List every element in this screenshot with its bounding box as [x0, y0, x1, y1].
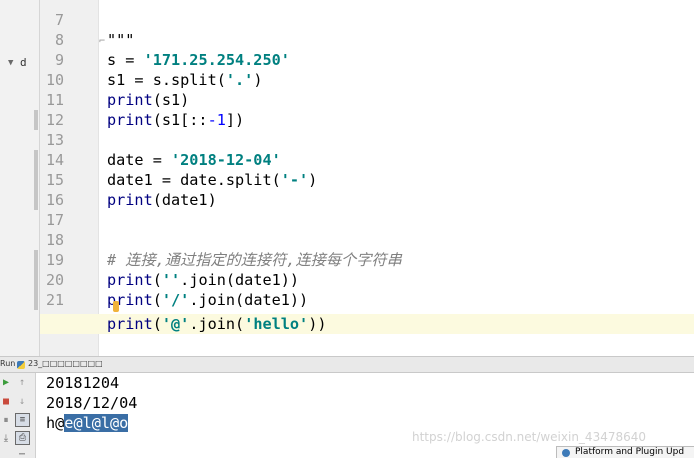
notification-text[interactable]: Platform and Plugin Upd [575, 447, 684, 457]
code-line-15[interactable]: date1 = date.split('-') [107, 170, 317, 190]
line-number: 19 [45, 251, 64, 269]
code-line-20[interactable]: print(''.join(date1)) [107, 270, 299, 290]
soft-wrap-icon[interactable]: ≡ [15, 413, 30, 427]
code-line-11[interactable]: print(s1) [107, 90, 189, 110]
code-line-16[interactable]: print(date1) [107, 190, 217, 210]
text-selection[interactable]: e@l@l@o [64, 414, 129, 432]
line-number: 12 [45, 111, 64, 129]
run-tool-window-header: Run 23_□□□□□□□□ [0, 356, 694, 373]
run-label: Run [0, 359, 16, 368]
update-notification[interactable]: Platform and Plugin Upd [556, 446, 694, 458]
line-number: 7 [54, 11, 64, 29]
run-toolbar: ▶ ↑ ■ ↓ ⏸ ≡ ⤓ ⎙ ⋯ [0, 373, 36, 458]
code-line-21[interactable]: print('/'.join(date1)) [107, 290, 308, 310]
tree-expand-icon[interactable]: ▼ [8, 58, 13, 68]
code-line-19-comment[interactable]: # 连接,通过指定的连接符,连接每个字符串 [107, 250, 402, 270]
rerun-icon[interactable]: ▶ [0, 377, 12, 389]
code-line-8[interactable]: """ [107, 30, 134, 50]
line-number: 15 [45, 171, 64, 189]
scroll-down-icon[interactable]: ↓ [16, 396, 28, 408]
watermark: https://blog.csdn.net/weixin_43478640 [412, 430, 647, 444]
scroll-up-icon[interactable]: ↑ [16, 377, 28, 389]
line-number: 10 [45, 71, 64, 89]
line-number: 11 [45, 91, 64, 109]
intention-bulb-icon[interactable] [113, 301, 119, 312]
line-number: 9 [54, 51, 64, 69]
code-line-12[interactable]: print(s1[::-1]) [107, 110, 244, 130]
line-number: 13 [45, 131, 64, 149]
line-number-gutter: 7 8 9 10 11 12 13 14 15 16 17 18 19 20 2… [40, 0, 98, 356]
code-line-22[interactable]: print('@'.join('hello')) [107, 314, 327, 334]
run-tab[interactable]: 23_□□□□□□□□ [28, 359, 103, 368]
line-number: 17 [45, 211, 64, 229]
python-file-icon [17, 361, 25, 369]
console-line: 2018/12/04 [46, 394, 138, 412]
code-line-14[interactable]: date = '2018-12-04' [107, 150, 281, 170]
scroll-to-end-icon[interactable]: ⤓ [0, 433, 12, 445]
code-line-9[interactable]: s = '171.25.254.250' [107, 50, 290, 70]
line-number: 18 [45, 231, 64, 249]
code-line-10[interactable]: s1 = s.split('.') [107, 70, 262, 90]
console-line: 20181204 [46, 374, 120, 392]
info-icon [562, 449, 570, 457]
line-number: 20 [45, 271, 64, 289]
console-line-selected[interactable]: h@e@l@l@o [46, 413, 129, 433]
tree-item-label[interactable]: d [20, 56, 27, 69]
print-icon[interactable]: ⎙ [15, 431, 30, 445]
more-icon[interactable]: ⋯ [16, 449, 28, 458]
fold-marker-icon[interactable]: ⌐ [99, 36, 105, 47]
stop-icon[interactable]: ■ [0, 396, 12, 408]
line-number: 21 [45, 291, 64, 309]
line-number: 8 [54, 31, 64, 49]
line-number: 16 [45, 191, 64, 209]
line-number: 14 [45, 151, 64, 169]
pause-icon[interactable]: ⏸ [0, 415, 12, 427]
